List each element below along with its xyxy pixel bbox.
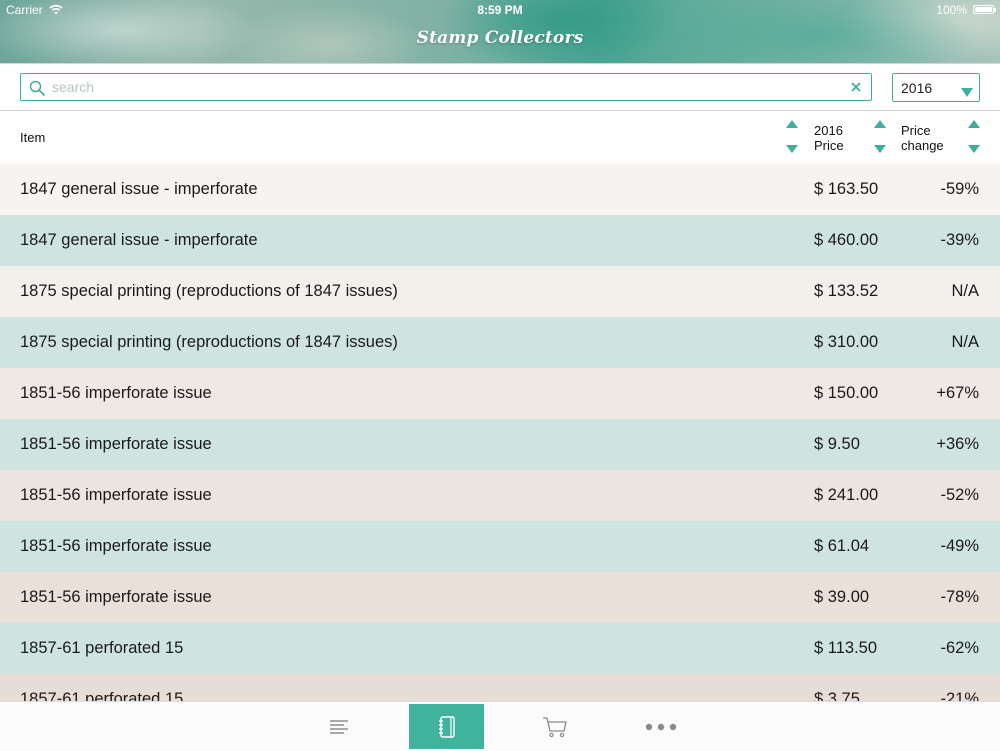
notebook-icon [438, 715, 455, 738]
table-row[interactable]: 1857-61 perforated 15 $ 3.75 -21% [0, 674, 1000, 701]
row-change: N/A [951, 333, 979, 351]
row-item: 1847 general issue - imperforate [20, 231, 258, 249]
table-row[interactable]: 1851-56 imperforate issue $ 150.00 +67% [0, 368, 1000, 419]
year-select-value: 2016 [901, 80, 933, 96]
row-item: 1851-56 imperforate issue [20, 435, 212, 453]
row-item: 1875 special printing (reproductions of … [20, 333, 398, 351]
row-price: $ 9.50 [814, 435, 860, 453]
triangle-down-icon [961, 84, 973, 97]
row-price: $ 150.00 [814, 384, 879, 402]
more-icon [645, 723, 676, 730]
sort-price-icon[interactable] [873, 119, 887, 155]
row-item: 1857-61 perforated 15 [20, 690, 184, 701]
tab-list[interactable] [301, 704, 376, 749]
table-row[interactable]: 1875 special printing (reproductions of … [0, 317, 1000, 368]
tab-catalog[interactable] [409, 704, 484, 749]
column-header-price-line2: Price [814, 138, 844, 153]
table-row[interactable]: 1851-56 imperforate issue $ 9.50 +36% [0, 419, 1000, 470]
row-change: -21% [940, 690, 979, 701]
list-icon [329, 719, 348, 734]
table-row[interactable]: 1875 special printing (reproductions of … [0, 266, 1000, 317]
row-price: $ 310.00 [814, 333, 879, 351]
column-header-price-line1: 2016 [814, 123, 843, 138]
row-price: $ 133.52 [814, 282, 879, 300]
column-header-price: 2016 Price [814, 123, 874, 153]
row-price: $ 39.00 [814, 588, 870, 606]
table-row[interactable]: 1851-56 imperforate issue $ 61.04 -49% [0, 521, 1000, 572]
divider [0, 110, 1000, 111]
row-price: $ 61.04 [814, 537, 870, 555]
row-change: -49% [940, 537, 979, 555]
row-price: $ 3.75 [814, 690, 860, 701]
status-time: 8:59 PM [477, 3, 523, 17]
row-change: +36% [936, 435, 979, 453]
tab-cart[interactable] [517, 704, 592, 749]
table-row[interactable]: 1851-56 imperforate issue $ 241.00 -52% [0, 470, 1000, 521]
row-change: -39% [940, 231, 979, 249]
column-header-change: Price change [901, 123, 961, 153]
search-input[interactable] [52, 74, 832, 100]
year-select[interactable]: 2016 [892, 73, 980, 102]
app-title: Stamp Collectors [416, 28, 584, 48]
row-item: 1875 special printing (reproductions of … [20, 282, 398, 300]
battery-percent: 100% [936, 3, 967, 17]
row-item: 1857-61 perforated 15 [20, 639, 184, 657]
search-box[interactable] [20, 73, 872, 101]
tab-bar [0, 701, 1000, 751]
table-row[interactable]: 1847 general issue - imperforate $ 460.0… [0, 215, 1000, 266]
row-change: -52% [940, 486, 979, 504]
table-row[interactable]: 1847 general issue - imperforate $ 163.5… [0, 164, 1000, 215]
row-price: $ 113.50 [814, 639, 878, 657]
row-item: 1847 general issue - imperforate [20, 180, 258, 198]
row-item: 1851-56 imperforate issue [20, 537, 212, 555]
table-row[interactable]: 1857-61 perforated 15 $ 113.50 -62% [0, 623, 1000, 674]
row-price: $ 460.00 [814, 231, 879, 249]
battery-icon [973, 5, 996, 14]
column-header-change-line2: change [901, 138, 944, 153]
stamp-table: 1847 general issue - imperforate $ 163.5… [0, 164, 1000, 701]
row-item: 1851-56 imperforate issue [20, 384, 212, 402]
row-price: $ 241.00 [814, 486, 879, 504]
table-row[interactable]: 1851-56 imperforate issue $ 39.00 -78% [0, 572, 1000, 623]
row-change: +67% [936, 384, 979, 402]
row-change: -78% [940, 588, 979, 606]
cart-icon [542, 716, 567, 737]
search-icon [29, 80, 45, 96]
tab-more[interactable] [623, 704, 698, 749]
row-change: N/A [951, 282, 979, 300]
column-header-change-line1: Price [901, 123, 931, 138]
column-header-item: Item [20, 130, 46, 145]
row-price: $ 163.50 [814, 180, 879, 198]
row-item: 1851-56 imperforate issue [20, 588, 212, 606]
status-bar: Carrier 8:59 PM 100% [0, 0, 1000, 20]
row-change: -62% [940, 639, 979, 657]
row-change: -59% [940, 180, 979, 198]
clear-search-icon[interactable] [849, 80, 863, 94]
header-bar: Carrier 8:59 PM 100% Stamp Collectors [0, 0, 1000, 64]
row-item: 1851-56 imperforate issue [20, 486, 212, 504]
sort-item-icon[interactable] [785, 119, 799, 155]
sort-change-icon[interactable] [967, 119, 981, 155]
